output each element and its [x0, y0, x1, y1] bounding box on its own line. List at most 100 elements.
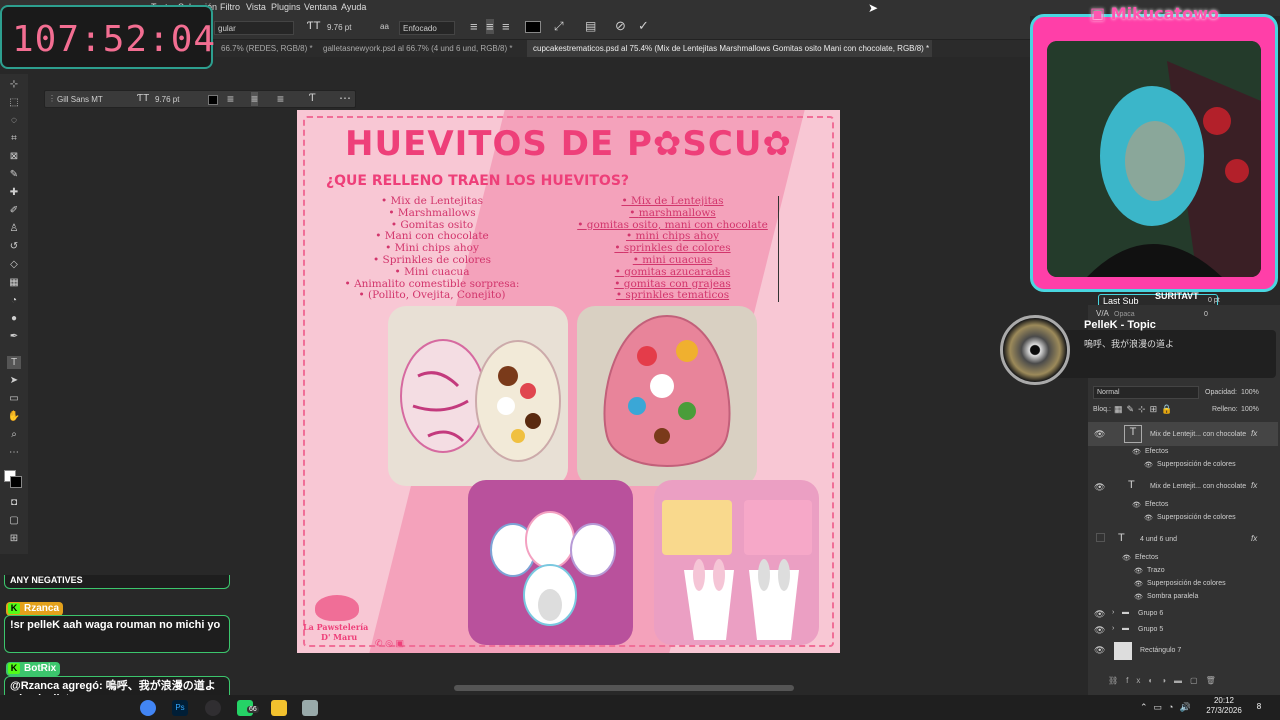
- doc-tab-redes[interactable]: 66.7% (REDES, RGB/8) *: [215, 40, 320, 57]
- more-options-icon[interactable]: ⋯: [339, 91, 351, 105]
- fx-icon[interactable]: fx: [1251, 481, 1257, 490]
- menu-vista[interactable]: Vista: [246, 2, 266, 12]
- float-warp-icon[interactable]: Ƭ: [309, 92, 316, 104]
- visibility-eye-icon[interactable]: 👁: [1094, 625, 1105, 636]
- expand-chevron-icon[interactable]: ›: [1112, 625, 1114, 632]
- zoom-tool-icon[interactable]: ⌕: [7, 428, 21, 441]
- eye-icon[interactable]: 👁: [1144, 514, 1153, 522]
- layer-row[interactable]: 👁 T Mix de Lentejit... con chocolate fx: [1088, 476, 1278, 498]
- eraser-tool-icon[interactable]: ◇: [7, 258, 21, 271]
- quick-mask-icon[interactable]: ◘: [7, 496, 21, 509]
- horizontal-scrollbar[interactable]: [454, 685, 794, 691]
- gradient-tool-icon[interactable]: ▦: [7, 276, 21, 289]
- layer-row[interactable]: 👁 Rectángulo 7: [1088, 640, 1278, 662]
- eyedropper-tool-icon[interactable]: ✎: [7, 168, 21, 181]
- move-tool-icon[interactable]: ⊹: [7, 78, 21, 91]
- fx-icon[interactable]: fx: [1251, 534, 1257, 543]
- now-playing: PelleK - Topic 嗚呼、我が浪漫の道よ: [996, 310, 1276, 396]
- align-center-icon[interactable]: ≡: [486, 19, 494, 34]
- obs-icon[interactable]: [205, 700, 221, 716]
- blur-tool-icon[interactable]: ◔: [7, 294, 21, 307]
- frame-tool-icon[interactable]: ⊠: [7, 150, 21, 163]
- crop-tool-icon[interactable]: ⌗: [7, 132, 21, 145]
- document-canvas[interactable]: HUEVITOS DE P✿SCU✿ ¿QUE RELLENO TRAEN LO…: [297, 110, 840, 653]
- fx-icon[interactable]: fx: [1251, 429, 1257, 438]
- align-left-icon[interactable]: ≡: [470, 19, 478, 34]
- font-size-select[interactable]: 9.76 pt: [325, 21, 369, 35]
- shape-tool-icon[interactable]: ▭: [7, 392, 21, 405]
- background-color-swatch[interactable]: [10, 476, 22, 488]
- file-explorer-icon[interactable]: [271, 700, 287, 716]
- layer-row[interactable]: T 4 und 6 und fx: [1088, 529, 1278, 551]
- pen-tool-icon[interactable]: ✒: [7, 330, 21, 343]
- type-tool-icon[interactable]: T: [7, 356, 21, 369]
- stamp-tool-icon[interactable]: ♙: [7, 222, 21, 235]
- layer-row[interactable]: 👁 T Mix de Lentejit... con chocolate fx: [1088, 422, 1278, 446]
- warp-text-icon[interactable]: ⤢: [554, 19, 564, 34]
- lock-icons[interactable]: ▦✎⊹⊞🔒: [1114, 404, 1176, 415]
- eye-icon[interactable]: 👁: [1132, 501, 1141, 509]
- lasso-tool-icon[interactable]: ◌: [7, 114, 21, 127]
- eye-icon[interactable]: 👁: [1132, 448, 1141, 456]
- filling-list-right[interactable]: Mix de Lentejitas marshmallows gomitas o…: [567, 195, 779, 303]
- path-select-icon[interactable]: ➤: [7, 374, 21, 387]
- history-brush-icon[interactable]: ↺: [7, 240, 21, 253]
- visibility-eye-icon[interactable]: 👁: [1094, 482, 1105, 493]
- layers-footer-icons[interactable]: ⛓fx◐◑▬▢🗑: [1088, 676, 1280, 690]
- commit-check-icon[interactable]: ✓: [638, 18, 649, 34]
- expand-chevron-icon[interactable]: ›: [1112, 609, 1114, 616]
- twitch-icon: ▣: [1090, 4, 1106, 23]
- layer-group-row[interactable]: 👁 › ▬ Grupo 5: [1088, 623, 1278, 639]
- visibility-toggle-off[interactable]: [1096, 533, 1105, 542]
- eye-icon[interactable]: 👁: [1134, 567, 1143, 575]
- screen-mode-icon[interactable]: ▢: [7, 514, 21, 527]
- float-font-select[interactable]: Gill Sans MT: [55, 93, 131, 106]
- taskbar: [0, 695, 1280, 720]
- more-tools-icon[interactable]: ⋯: [7, 446, 21, 459]
- float-align-left-icon[interactable]: ≡: [227, 92, 234, 106]
- stream-chat: ANY NEGATIVES K Rzanca !sr pelleK aah wag…: [0, 575, 236, 715]
- doc-tab-cupcakes[interactable]: cupcakestrematicos.psd al 75.4% (Mix de …: [527, 40, 932, 57]
- system-tray-icons[interactable]: ⌃▭◔🔊: [1140, 702, 1197, 713]
- eye-icon[interactable]: 👁: [1134, 580, 1143, 588]
- photoshop-icon[interactable]: Ps: [172, 700, 188, 716]
- text-color-swatch[interactable]: [525, 21, 541, 33]
- artboard-icon[interactable]: ⊞: [7, 532, 21, 545]
- tracking-value[interactable]: 0 pt: [1208, 297, 1220, 304]
- healing-tool-icon[interactable]: ✚: [7, 186, 21, 199]
- float-align-center-icon[interactable]: ≡: [251, 92, 259, 106]
- eye-icon[interactable]: 👁: [1134, 593, 1143, 601]
- menu-ayuda[interactable]: Ayuda: [341, 2, 366, 12]
- hand-tool-icon[interactable]: ✋: [7, 410, 21, 423]
- brush-tool-icon[interactable]: ✐: [7, 204, 21, 217]
- menu-ventana[interactable]: Ventana: [304, 2, 337, 12]
- font-style-select[interactable]: gular: [214, 21, 294, 35]
- chrome-icon[interactable]: [140, 700, 156, 716]
- layer-group-row[interactable]: 👁 › ▬ Grupo 6: [1088, 607, 1278, 623]
- float-align-right-icon[interactable]: ≡: [277, 92, 284, 106]
- antialias-select[interactable]: Enfocado: [399, 21, 455, 35]
- float-size-select[interactable]: 9.76 pt: [153, 93, 203, 106]
- menu-plugins[interactable]: Plugins: [271, 2, 301, 12]
- doc-tab-galletas[interactable]: galletasnewyork.psd al 66.7% (4 und 6 un…: [317, 40, 527, 57]
- marquee-tool-icon[interactable]: ⬚: [7, 96, 21, 109]
- egg-illustration: [400, 339, 561, 462]
- app-taskbar-icon[interactable]: [302, 700, 318, 716]
- visibility-eye-icon[interactable]: 👁: [1094, 645, 1105, 656]
- character-panel-icon[interactable]: ▤: [585, 19, 596, 33]
- menu-filtro[interactable]: Filtro: [220, 2, 240, 12]
- eye-icon[interactable]: 👁: [1122, 554, 1131, 562]
- float-color-swatch[interactable]: [208, 95, 218, 105]
- eye-icon[interactable]: 👁: [1144, 461, 1153, 469]
- align-right-icon[interactable]: ≡: [502, 19, 510, 34]
- taskbar-clock[interactable]: 20:12 27/3/2026: [1200, 696, 1248, 716]
- brand-name-line2: D' Maru: [321, 632, 358, 642]
- visibility-eye-icon[interactable]: 👁: [1094, 429, 1105, 440]
- cancel-icon[interactable]: ⊘: [615, 18, 626, 34]
- document-tabs: 66.7% (REDES, RGB/8) * galletasnewyork.p…: [215, 40, 1030, 57]
- notification-count[interactable]: 8: [1252, 700, 1266, 714]
- fill-value[interactable]: 100%: [1241, 406, 1259, 413]
- visibility-eye-icon[interactable]: 👁: [1094, 609, 1105, 620]
- dodge-tool-icon[interactable]: ●: [7, 312, 21, 325]
- list-item: sprinkles tematicos: [567, 290, 778, 302]
